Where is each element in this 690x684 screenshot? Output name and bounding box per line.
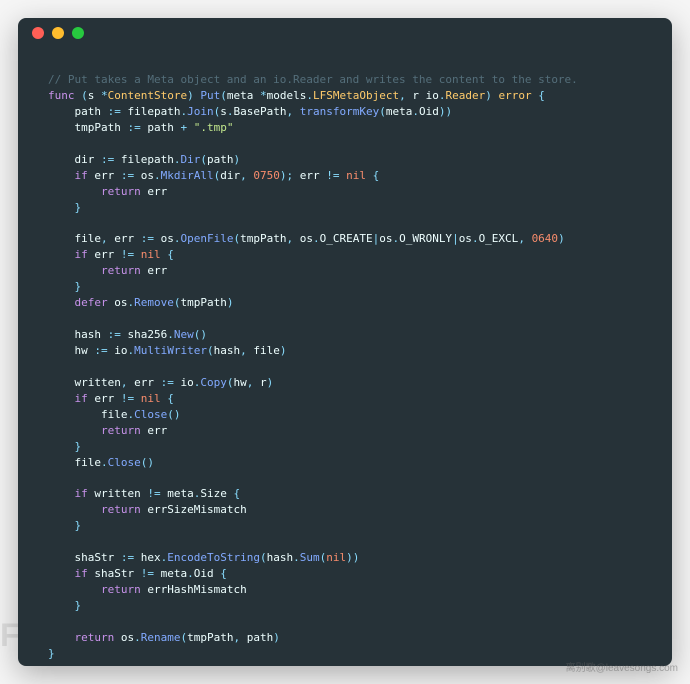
code-line: path := filepath.Join(s.BasePath, transf… [48, 104, 642, 120]
code-line [48, 359, 642, 375]
code-line: return os.Rename(tmpPath, path) [48, 630, 642, 646]
code-line: hash := sha256.New() [48, 327, 642, 343]
code-line: if written != meta.Size { [48, 486, 642, 502]
code-comment: // Put takes a Meta object and an io.Rea… [48, 73, 578, 86]
code-line: } [48, 279, 642, 295]
code-line: func (s *ContentStore) Put(meta *models.… [48, 88, 642, 104]
code-line [48, 614, 642, 630]
code-line [48, 470, 642, 486]
code-line: return errHashMismatch [48, 582, 642, 598]
code-line: if err := os.MkdirAll(dir, 0750); err !=… [48, 168, 642, 184]
code-line: } [48, 518, 642, 534]
code-line: file.Close() [48, 407, 642, 423]
minimize-icon[interactable] [52, 27, 64, 39]
code-line: return err [48, 184, 642, 200]
code-line: } [48, 598, 642, 614]
close-icon[interactable] [32, 27, 44, 39]
zoom-icon[interactable] [72, 27, 84, 39]
code-line [48, 215, 642, 231]
code-line: file, err := os.OpenFile(tmpPath, os.O_C… [48, 231, 642, 247]
code-line [48, 534, 642, 550]
code-line: return err [48, 263, 642, 279]
watermark-right: 离别歌@leavesongs.com [566, 659, 678, 674]
code-line: if shaStr != meta.Oid { [48, 566, 642, 582]
code-line: } [48, 646, 642, 662]
code-line: written, err := io.Copy(hw, r) [48, 375, 642, 391]
code-line: tmpPath := path + ".tmp" [48, 120, 642, 136]
window-titlebar [18, 18, 672, 48]
code-line: } [48, 200, 642, 216]
code-line: } [48, 439, 642, 455]
code-line [48, 136, 642, 152]
code-line: if err != nil { [48, 391, 642, 407]
code-line: shaStr := hex.EncodeToString(hash.Sum(ni… [48, 550, 642, 566]
code-line: hw := io.MultiWriter(hash, file) [48, 343, 642, 359]
code-line: // Put takes a Meta object and an io.Rea… [48, 72, 642, 88]
code-window: // Put takes a Meta object and an io.Rea… [18, 18, 672, 666]
code-line: file.Close() [48, 455, 642, 471]
code-line: return errSizeMismatch [48, 502, 642, 518]
code-line: dir := filepath.Dir(path) [48, 152, 642, 168]
code-editor: // Put takes a Meta object and an io.Rea… [18, 48, 672, 666]
code-line: defer os.Remove(tmpPath) [48, 295, 642, 311]
code-line: if err != nil { [48, 247, 642, 263]
code-line [48, 311, 642, 327]
code-line: return err [48, 423, 642, 439]
